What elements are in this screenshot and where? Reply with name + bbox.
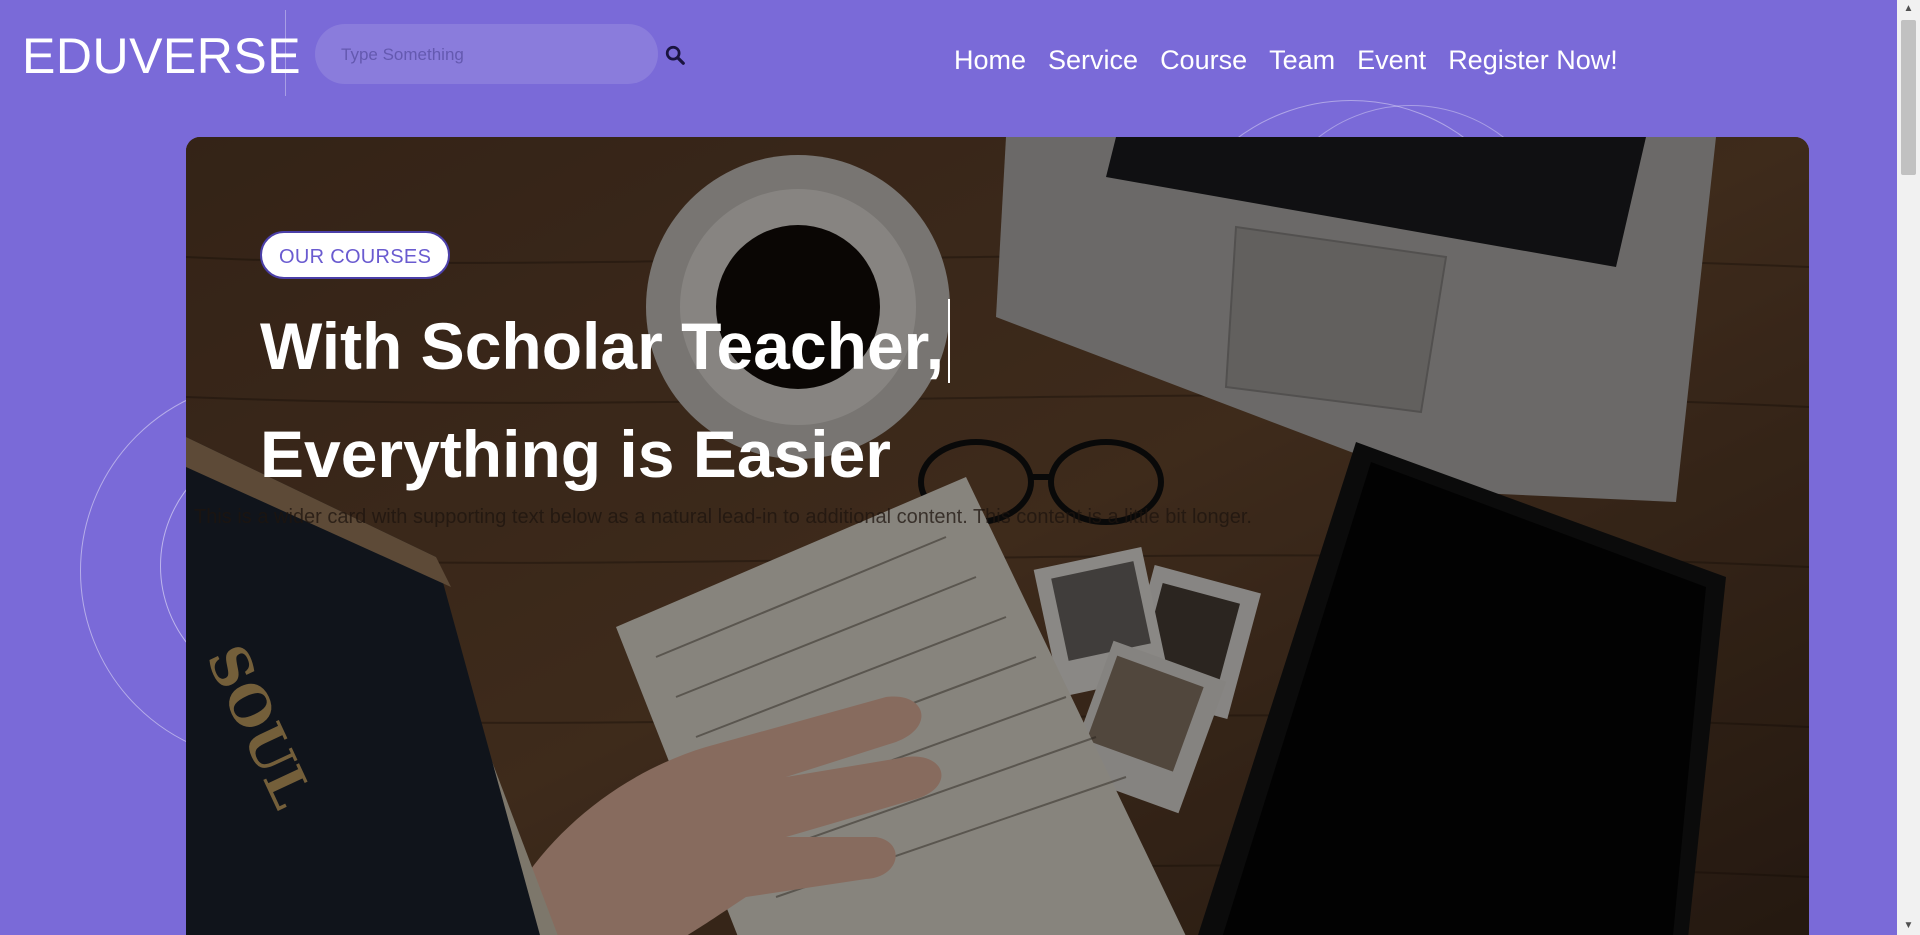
- hero-banner: SOUL OUR COURSES With Scholar Teacher, E…: [186, 137, 1809, 935]
- nav-register-now[interactable]: Register Now!: [1448, 40, 1618, 80]
- scroll-thumb[interactable]: [1901, 20, 1916, 175]
- search-icon[interactable]: [664, 44, 686, 66]
- site-logo[interactable]: EDUVERSE: [22, 26, 301, 86]
- nav-team[interactable]: Team: [1269, 40, 1335, 80]
- nav-service[interactable]: Service: [1048, 40, 1138, 80]
- hero-headline-line2: Everything is Easier: [260, 417, 891, 491]
- nav-course[interactable]: Course: [1160, 40, 1247, 80]
- header-divider: [285, 10, 286, 96]
- typing-cursor: [948, 299, 951, 383]
- our-courses-badge[interactable]: OUR COURSES: [260, 231, 451, 279]
- hero-description: This is a wider card with supporting tex…: [194, 506, 1252, 528]
- scroll-down-arrow-icon[interactable]: ▼: [1897, 917, 1920, 935]
- search-box: [315, 24, 658, 86]
- nav-event[interactable]: Event: [1357, 40, 1426, 80]
- page-scrollbar[interactable]: ▲ ▼: [1897, 0, 1920, 935]
- hero-headline: With Scholar Teacher, Everything is Easi…: [260, 292, 951, 508]
- search-input[interactable]: [339, 24, 643, 86]
- scroll-up-arrow-icon[interactable]: ▲: [1897, 0, 1920, 18]
- nav-home[interactable]: Home: [954, 40, 1026, 80]
- hero-headline-line1: With Scholar Teacher,: [260, 309, 945, 383]
- main-nav: Home Service Course Team Event Register …: [954, 40, 1640, 80]
- site-header: EDUVERSE Home Service Course Team Event …: [0, 0, 1897, 110]
- page: EDUVERSE Home Service Course Team Event …: [0, 0, 1920, 935]
